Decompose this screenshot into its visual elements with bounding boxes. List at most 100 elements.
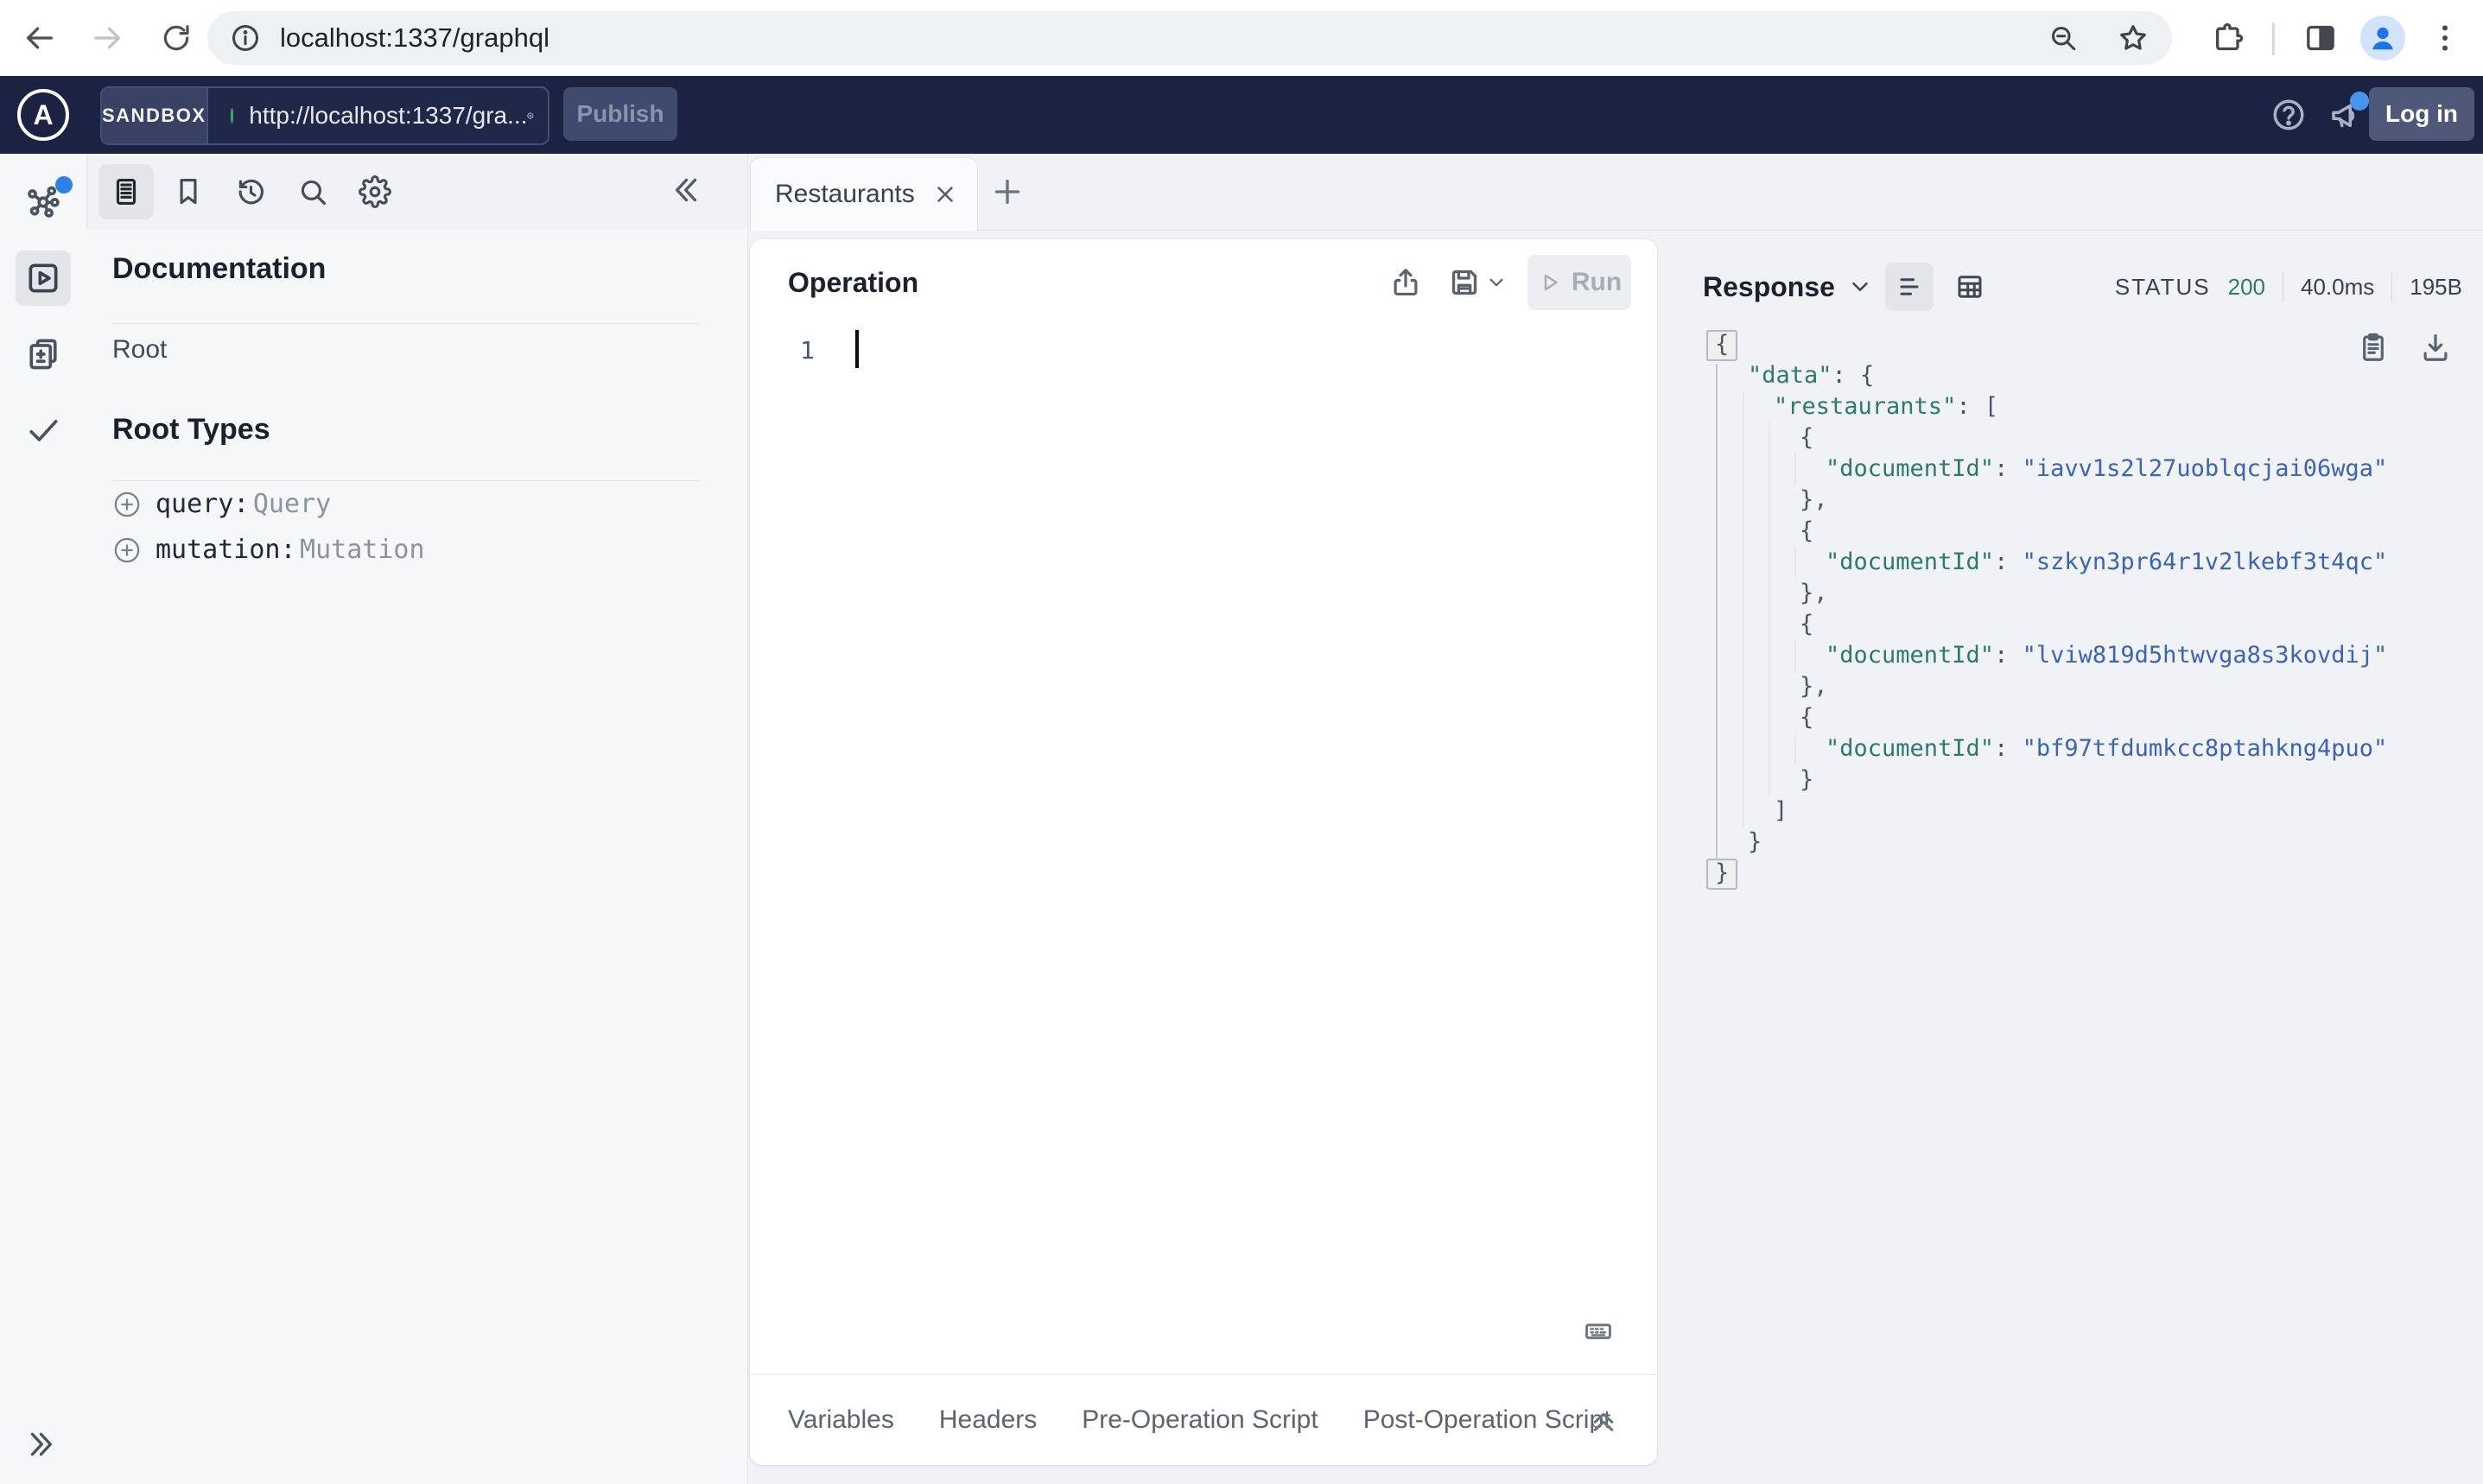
json-line: "documentId": "bf97tfdumkcc8ptahkng4puo" xyxy=(1703,733,2474,764)
indent-guide xyxy=(1743,764,1744,796)
settings-icon[interactable] xyxy=(347,164,403,219)
indent-guide xyxy=(1769,733,1770,764)
indent-guide xyxy=(1769,422,1770,453)
share-operation-icon[interactable] xyxy=(1388,264,1424,301)
indent-guide xyxy=(1743,547,1744,578)
publish-button[interactable]: Publish xyxy=(563,87,677,141)
apollo-logo[interactable]: A xyxy=(17,89,69,141)
fold-toggle[interactable]: } xyxy=(1706,859,1738,890)
documentation-tab-icon[interactable] xyxy=(98,164,154,219)
help-icon[interactable] xyxy=(2270,97,2307,133)
expand-plus-icon[interactable] xyxy=(112,490,142,519)
json-line: "data": { xyxy=(1748,362,1875,389)
indent-guide xyxy=(1743,578,1744,609)
response-title: Response xyxy=(1703,270,1835,302)
indent-guide xyxy=(1794,453,1796,485)
endpoint-url[interactable]: http://localhost:1337/gra... xyxy=(249,102,527,130)
meta-divider xyxy=(2391,272,2393,301)
browser-forward-button[interactable] xyxy=(86,17,128,59)
schema-graph-icon[interactable] xyxy=(16,174,73,230)
response-json: {"data": {"restaurants": [{"documentId":… xyxy=(1703,329,2474,890)
checks-icon[interactable] xyxy=(16,403,71,458)
url-text[interactable]: localhost:1337/graphql xyxy=(280,22,549,54)
json-line: { xyxy=(1703,422,2474,453)
changes-diff-icon[interactable] xyxy=(16,327,71,382)
zoom-out-icon[interactable] xyxy=(2048,22,2079,54)
response-menu-chevron-icon[interactable] xyxy=(1847,274,1873,300)
footer-tab-headers[interactable]: Headers xyxy=(939,1405,1037,1435)
new-tab-button[interactable] xyxy=(988,173,1026,211)
tab-restaurants[interactable]: Restaurants xyxy=(750,157,978,231)
footer-tab-pre-operation-script[interactable]: Pre-Operation Script xyxy=(1082,1405,1318,1435)
search-icon[interactable] xyxy=(285,164,340,219)
editor-cursor[interactable] xyxy=(855,330,859,368)
announcement-badge-dot xyxy=(2350,92,2369,111)
tab-close-icon[interactable] xyxy=(932,181,958,207)
indent-guide xyxy=(1769,764,1770,796)
save-menu-chevron-icon[interactable] xyxy=(1484,264,1508,301)
endpoint-status-dot xyxy=(230,108,234,124)
status-code: 200 xyxy=(2227,273,2265,300)
indent-guide xyxy=(1769,702,1770,733)
json-line: "restaurants": [ xyxy=(1703,391,2474,422)
panel-topbar xyxy=(86,154,2483,231)
operation-panel: Operation Run 1 Variables Headers Pre-Oper… xyxy=(750,239,1657,1465)
site-info-icon[interactable] xyxy=(230,22,261,54)
json-line: }, xyxy=(1703,485,2474,516)
toolbar-divider xyxy=(2272,22,2275,55)
root-type-row[interactable]: query: Query xyxy=(112,489,425,519)
endpoint-input[interactable]: SANDBOX http://localhost:1337/gra... xyxy=(100,86,549,145)
browser-reload-button[interactable] xyxy=(156,17,197,59)
divider xyxy=(112,323,700,324)
side-panel-icon[interactable] xyxy=(2302,19,2340,57)
editor-line-number: 1 xyxy=(800,336,815,365)
json-line: ] xyxy=(1703,796,2474,827)
footer-tab-post-operation-script[interactable]: Post-Operation Script xyxy=(1363,1405,1611,1435)
root-type-row[interactable]: mutation: Mutation xyxy=(112,535,425,565)
raw-view-toggle-icon[interactable] xyxy=(1884,263,1934,311)
history-icon[interactable] xyxy=(223,164,278,219)
table-view-toggle-icon[interactable] xyxy=(1946,263,1994,311)
indent-guide xyxy=(1743,391,1744,422)
bookmark-icon[interactable] xyxy=(161,164,216,219)
tab-label: Restaurants xyxy=(775,180,915,208)
footer-tab-variables[interactable]: Variables xyxy=(788,1405,894,1435)
explorer-icon[interactable] xyxy=(16,251,71,306)
indent-guide xyxy=(1794,547,1796,578)
operation-title: Operation xyxy=(788,266,919,298)
endpoint-settings-icon[interactable] xyxy=(527,100,534,131)
keyboard-shortcuts-icon[interactable] xyxy=(1578,1316,1619,1346)
indent-guide xyxy=(1743,640,1744,671)
bookmark-star-icon[interactable] xyxy=(2117,22,2150,54)
indent-guide xyxy=(1769,671,1770,702)
fold-toggle[interactable]: { xyxy=(1706,330,1738,361)
root-types-list: query: Query mutation: Mutation xyxy=(112,489,425,580)
divider xyxy=(112,480,700,481)
browser-back-button[interactable] xyxy=(19,17,60,59)
run-button[interactable]: Run xyxy=(1527,255,1631,310)
login-button[interactable]: Log in xyxy=(2369,87,2474,141)
indent-guide xyxy=(1743,422,1744,453)
save-operation-icon[interactable] xyxy=(1446,264,1483,301)
extensions-icon[interactable] xyxy=(2210,19,2248,57)
indent-guide xyxy=(1794,733,1796,764)
json-line: { xyxy=(1703,609,2474,640)
announcements-icon[interactable] xyxy=(2327,92,2369,133)
json-line: }, xyxy=(1703,671,2474,702)
doc-root-item[interactable]: Root xyxy=(112,335,167,365)
schema-notification-dot xyxy=(55,176,73,193)
play-icon xyxy=(1537,270,1563,295)
browser-toolbar: localhost:1337/graphql xyxy=(0,0,2483,77)
profile-avatar[interactable] xyxy=(2360,16,2405,60)
browser-menu-icon[interactable] xyxy=(2426,19,2464,57)
indent-guide xyxy=(1769,485,1770,516)
address-bar[interactable]: localhost:1337/graphql xyxy=(207,11,2172,65)
expand-footer-icon[interactable] xyxy=(1588,1405,1619,1436)
collapse-panel-icon[interactable] xyxy=(667,173,702,207)
indent-guide xyxy=(1769,547,1770,578)
field-type: Mutation xyxy=(300,535,425,565)
json-line: } xyxy=(1748,828,1762,855)
expand-sidebar-icon[interactable] xyxy=(0,1427,86,1462)
expand-plus-icon[interactable] xyxy=(112,536,142,565)
left-rail xyxy=(0,154,87,1484)
